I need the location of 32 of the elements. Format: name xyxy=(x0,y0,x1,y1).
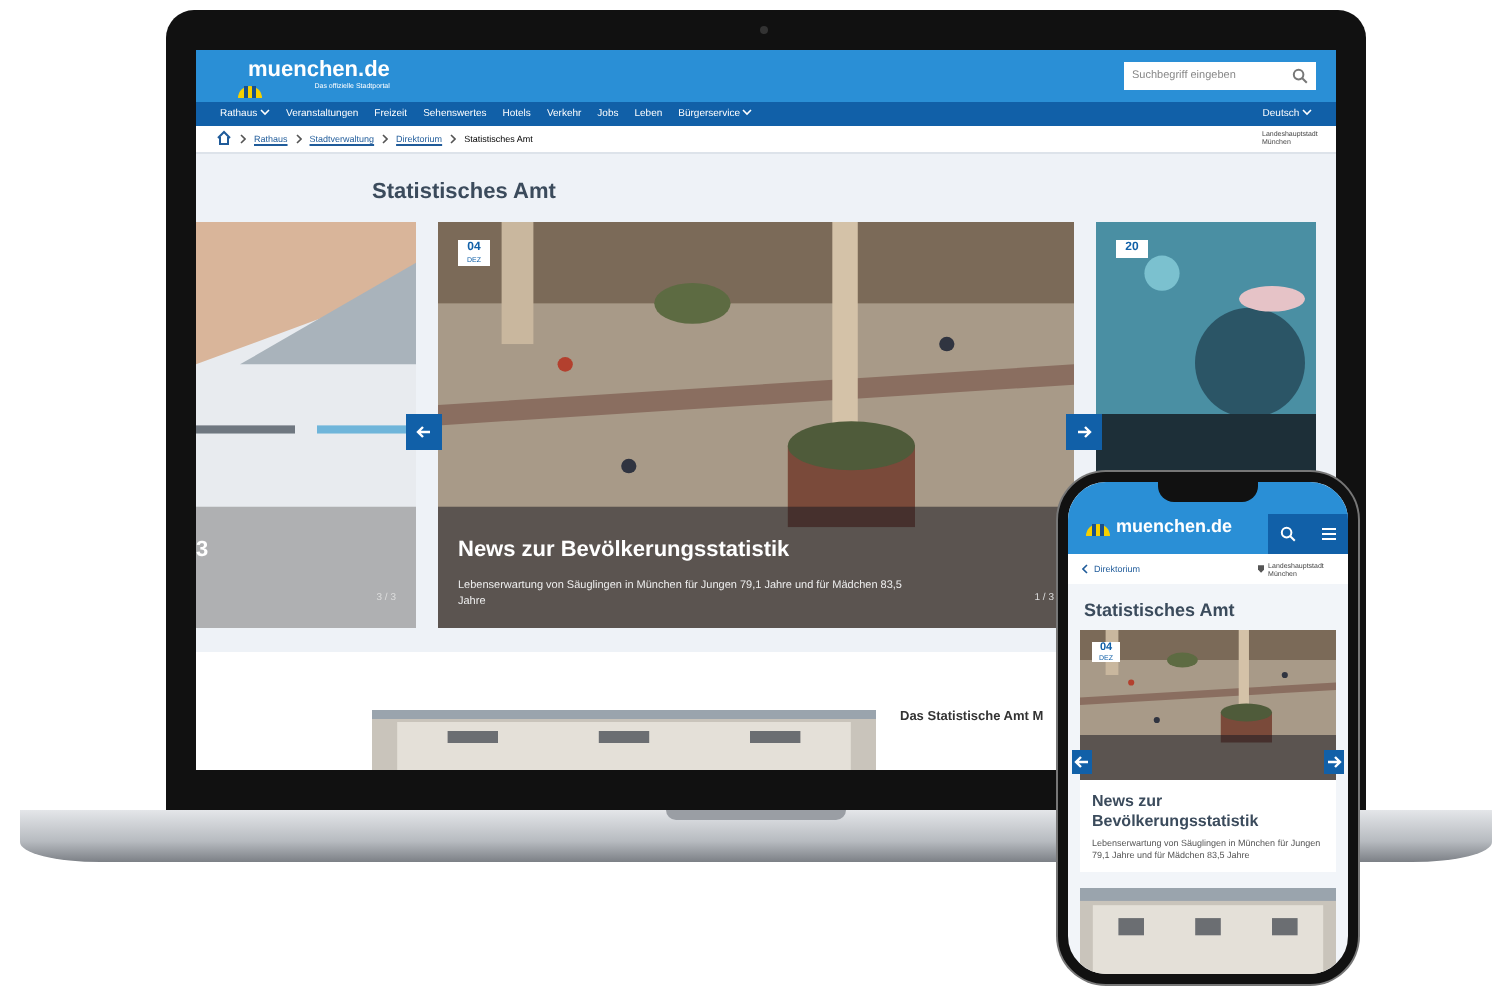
chevron-icon xyxy=(295,133,302,144)
crest-icon xyxy=(1258,564,1265,574)
carousel-next-button[interactable] xyxy=(1324,750,1344,774)
search-icon xyxy=(1292,67,1308,84)
chevron-icon xyxy=(240,133,246,144)
arrow-left-icon xyxy=(416,423,432,440)
site-logo[interactable]: muenchen.de xyxy=(216,60,390,83)
carousel-prev-button[interactable] xyxy=(1072,750,1092,774)
slide-title: 3 xyxy=(196,537,209,562)
arrow-right-icon xyxy=(1326,754,1342,770)
chevron-icon xyxy=(1082,564,1088,574)
menu-icon xyxy=(1321,528,1335,540)
search-button[interactable] xyxy=(1268,514,1308,554)
slide-title: News zur Bevölkerungsstatistik xyxy=(458,537,790,562)
site-logo[interactable]: muenchen.de xyxy=(1116,516,1233,536)
carousel-prev-button[interactable] xyxy=(406,413,442,450)
caret-icon xyxy=(260,107,271,116)
page-heading: Statistisches Amt xyxy=(372,179,558,208)
phone-notch xyxy=(1158,482,1258,502)
caret-icon xyxy=(1302,107,1312,116)
home-icon xyxy=(216,130,232,147)
slide-title: News zur Bevölkerungsstatistik xyxy=(1092,792,1261,832)
arrow-right-icon xyxy=(1076,423,1092,440)
page-heading: Statistisches Amt xyxy=(1084,600,1237,620)
chevron-icon xyxy=(382,133,389,144)
chevron-icon xyxy=(450,133,457,144)
camera-dot xyxy=(760,26,768,34)
menu-button[interactable] xyxy=(1308,514,1348,554)
arrow-left-icon xyxy=(1074,754,1090,770)
search-icon xyxy=(1280,526,1296,542)
caret-icon xyxy=(742,107,753,116)
carousel-next-button[interactable] xyxy=(1066,413,1102,450)
